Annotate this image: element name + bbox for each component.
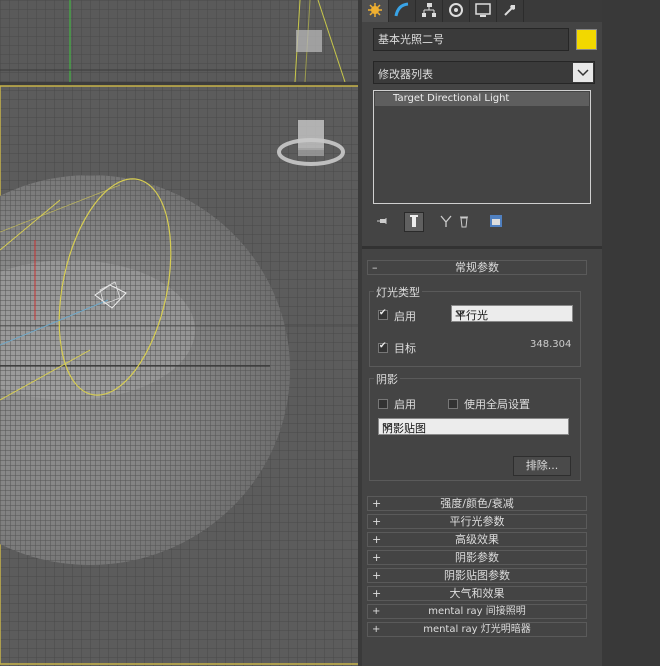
shadows-title: 阴影 [374, 371, 400, 387]
rollout-atmospheres-effects[interactable]: + 大气和效果 [367, 586, 587, 601]
rollout-mental-ray-indirect[interactable]: + mental ray 间接照明 [367, 604, 587, 619]
object-name-field[interactable]: 基本光照二号 [373, 28, 569, 51]
rollout-general-params[interactable]: – 常规参数 [367, 260, 587, 275]
rollout-toggle: + [372, 587, 382, 600]
rollout-title: mental ray 灯光明暗器 [423, 624, 531, 635]
rollout-shadow-params[interactable]: + 阴影参数 [367, 550, 587, 565]
trash-icon [458, 214, 470, 231]
command-panel: 基本光照二号 修改器列表 Target Directional Light – … [362, 0, 660, 666]
object-color-swatch[interactable] [576, 29, 597, 50]
make-unique-button[interactable] [436, 212, 456, 232]
configure-modifier-sets-button[interactable] [486, 212, 506, 232]
stack-toolbar [374, 212, 554, 234]
utilities-icon [502, 2, 518, 21]
stack-item[interactable]: Target Directional Light [375, 92, 589, 106]
modifier-list-dropdown[interactable]: 修改器列表 [373, 61, 595, 84]
rollout-title: 高级效果 [455, 533, 499, 546]
rollout-mental-ray-shader[interactable]: + mental ray 灯光明暗器 [367, 622, 587, 637]
chevron-down-icon [455, 306, 568, 323]
rollout-toggle: + [372, 606, 381, 617]
chevron-down-icon [382, 419, 564, 436]
target-distance: 348.304 [530, 339, 572, 350]
rollout-title: mental ray 间接照明 [428, 606, 526, 617]
pin-stack-button[interactable] [374, 212, 394, 232]
rollout-title: 阴影贴图参数 [444, 569, 510, 582]
rollout-title: 阴影参数 [455, 551, 499, 564]
rollout-toggle: + [372, 515, 382, 528]
shadows-enabled-label: 启用 [394, 398, 416, 411]
shadows-enabled-checkbox[interactable] [378, 399, 388, 409]
modifier-stack[interactable]: Target Directional Light [373, 90, 591, 204]
rollout-toggle: + [372, 497, 382, 510]
hierarchy-icon [421, 2, 437, 21]
rollout-title: 强度/颜色/衰减 [440, 497, 514, 510]
fork-icon [439, 214, 453, 231]
configure-icon [489, 214, 503, 231]
light-type-title: 灯光类型 [374, 284, 422, 300]
panel-right-strip [602, 0, 660, 666]
tab-motion[interactable] [443, 0, 470, 22]
rollout-toggle: + [372, 533, 382, 546]
display-icon [475, 2, 491, 21]
tab-create[interactable] [362, 0, 389, 22]
modify-icon [394, 2, 410, 21]
rollout-title: 大气和效果 [449, 587, 505, 600]
rollout-shadow-map-params[interactable]: + 阴影贴图参数 [367, 568, 587, 583]
rollout-toggle: + [372, 624, 381, 635]
tab-utilities[interactable] [497, 0, 524, 22]
rollout-intensity-color-attenuation[interactable]: + 强度/颜色/衰减 [367, 496, 587, 511]
create-icon [367, 2, 383, 21]
light-type-select[interactable]: 平行光 [451, 305, 573, 322]
light-enabled-label: 启用 [394, 310, 416, 323]
target-label: 目标 [394, 342, 416, 355]
use-global-settings-label: 使用全局设置 [464, 398, 530, 411]
rollout-advanced-effects[interactable]: + 高级效果 [367, 532, 587, 547]
chevron-down-icon[interactable] [573, 63, 593, 82]
light-enabled-checkbox[interactable] [378, 308, 388, 320]
rollout-toggle: – [372, 261, 378, 274]
modifier-list-label: 修改器列表 [378, 68, 433, 81]
rollout-directional-params[interactable]: + 平行光参数 [367, 514, 587, 529]
pin-icon [377, 216, 391, 229]
target-checkbox[interactable] [378, 341, 388, 353]
end-result-icon [409, 214, 419, 231]
show-end-result-button[interactable] [404, 212, 424, 232]
rollout-title: 常规参数 [455, 261, 499, 274]
tab-display[interactable] [470, 0, 497, 22]
rollout-toggle: + [372, 569, 382, 582]
command-panel-tabs [362, 0, 602, 22]
shadow-type-select[interactable]: 阴影贴图 [378, 418, 569, 435]
exclude-button[interactable]: 排除... [513, 456, 571, 476]
rollout-toggle: + [372, 551, 382, 564]
remove-modifier-button[interactable] [454, 212, 474, 232]
motion-icon [448, 2, 464, 21]
viewport-area[interactable] [0, 0, 362, 666]
viewport-canvas[interactable] [0, 0, 362, 666]
use-global-settings-checkbox[interactable] [448, 399, 458, 409]
tab-hierarchy[interactable] [416, 0, 443, 22]
tab-modify[interactable] [389, 0, 416, 22]
rollout-title: 平行光参数 [449, 515, 505, 528]
panel-divider [362, 246, 602, 249]
